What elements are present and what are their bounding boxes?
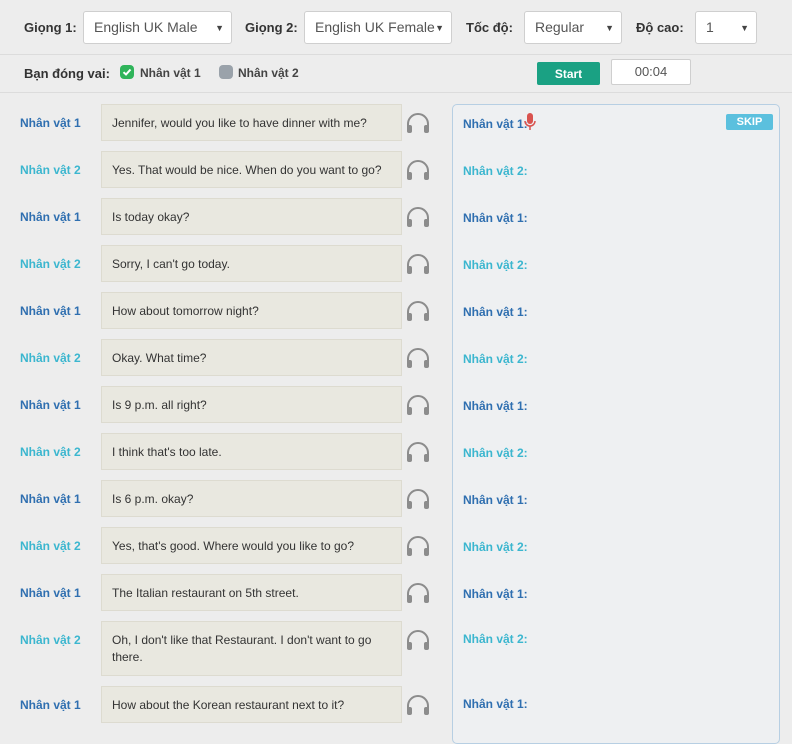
speaker-label: Nhân vật 1 xyxy=(20,698,81,712)
voice2-value: English UK Female xyxy=(315,19,435,35)
pitch-value: 1 xyxy=(706,19,714,35)
headphones-icon[interactable] xyxy=(405,535,431,557)
voice-settings-bar: Giọng 1: English UK Male ▼ Giọng 2: Engl… xyxy=(0,0,792,55)
dialogue-bubble: Sorry, I can't go today. xyxy=(101,245,402,282)
start-button[interactable]: Start xyxy=(537,62,600,85)
speaker-label: Nhân vật 2 xyxy=(20,351,81,365)
recording-line-label: Nhân vật 2: xyxy=(463,632,528,646)
dialogue-bubble: How about the Korean restaurant next to … xyxy=(101,686,402,723)
dialogue-bubble: Jennifer, would you like to have dinner … xyxy=(101,104,402,141)
recording-line-label: Nhân vật 1: xyxy=(463,117,528,131)
chevron-down-icon: ▼ xyxy=(740,23,749,33)
dialogue-bubble: Is 9 p.m. all right? xyxy=(101,386,402,423)
voice1-label: Giọng 1: xyxy=(24,20,77,35)
speaker-label: Nhân vật 2 xyxy=(20,163,81,177)
pitch-label: Độ cao: xyxy=(636,20,684,35)
speaker-label: Nhân vật 1 xyxy=(20,210,81,224)
headphones-icon[interactable] xyxy=(405,112,431,134)
headphones-icon[interactable] xyxy=(405,394,431,416)
headphones-icon[interactable] xyxy=(405,488,431,510)
recording-line-label: Nhân vật 1: xyxy=(463,493,528,507)
recording-line-label: Nhân vật 2: xyxy=(463,446,528,460)
headphones-icon[interactable] xyxy=(405,441,431,463)
dialogue-bubble: Okay. What time? xyxy=(101,339,402,376)
speaker-label: Nhân vật 2 xyxy=(20,445,81,459)
recording-line-label: Nhân vật 1: xyxy=(463,305,528,319)
chevron-down-icon: ▼ xyxy=(605,23,614,33)
role1-option-label[interactable]: Nhân vật 1 xyxy=(140,66,201,80)
headphones-icon[interactable] xyxy=(405,347,431,369)
recording-line-label: Nhân vật 1: xyxy=(463,399,528,413)
dialogue-bubble: Yes, that's good. Where would you like t… xyxy=(101,527,402,564)
chevron-down-icon: ▼ xyxy=(435,23,444,33)
recording-line-label: Nhân vật 1: xyxy=(463,211,528,225)
speaker-label: Nhân vật 2 xyxy=(20,633,81,647)
dialogue-bubble: The Italian restaurant on 5th street. xyxy=(101,574,402,611)
recording-panel: SKIP Nhân vật 1: Nhân vật 2: Nhân vật 1: Nh… xyxy=(452,104,780,744)
speaker-label: Nhân vật 2 xyxy=(20,539,81,553)
pitch-select[interactable]: 1 ▼ xyxy=(695,11,757,44)
speaker-label: Nhân vật 1 xyxy=(20,304,81,318)
voice2-label: Giọng 2: xyxy=(245,20,298,35)
speaker-label: Nhân vật 1 xyxy=(20,586,81,600)
dialogue-bubble: How about tomorrow night? xyxy=(101,292,402,329)
voice1-value: English UK Male xyxy=(94,19,198,35)
dialogue-bubble: Oh, I don't like that Restaurant. I don'… xyxy=(101,621,402,676)
skip-button[interactable]: SKIP xyxy=(726,114,773,130)
dialogue-bubble: Is today okay? xyxy=(101,198,402,235)
voice1-select[interactable]: English UK Male ▼ xyxy=(83,11,232,44)
recording-line-label: Nhân vật 2: xyxy=(463,258,528,272)
dialogue-bubble: Is 6 p.m. okay? xyxy=(101,480,402,517)
recording-line-label: Nhân vật 2: xyxy=(463,352,528,366)
speed-value: Regular xyxy=(535,19,585,35)
speaker-label: Nhân vật 2 xyxy=(20,257,81,271)
recording-line-label: Nhân vật 2: xyxy=(463,540,528,554)
role2-checkbox[interactable] xyxy=(219,65,233,79)
headphones-icon[interactable] xyxy=(405,694,431,716)
headphones-icon[interactable] xyxy=(405,300,431,322)
timer-display: 00:04 xyxy=(611,59,691,85)
headphones-icon[interactable] xyxy=(405,582,431,604)
headphones-icon[interactable] xyxy=(405,629,431,651)
speed-label: Tốc độ: xyxy=(466,20,513,35)
check-icon xyxy=(122,68,132,76)
role-label: Bạn đóng vai: xyxy=(24,66,110,81)
recording-line-label: Nhân vật 2: xyxy=(463,164,528,178)
headphones-icon[interactable] xyxy=(405,206,431,228)
voice2-select[interactable]: English UK Female ▼ xyxy=(304,11,452,44)
headphones-icon[interactable] xyxy=(405,253,431,275)
recording-line-label: Nhân vật 1: xyxy=(463,587,528,601)
dialogue-bubble: I think that's too late. xyxy=(101,433,402,470)
speaker-label: Nhân vật 1 xyxy=(20,116,81,130)
role2-option-label[interactable]: Nhân vật 2 xyxy=(238,66,299,80)
microphone-icon[interactable] xyxy=(524,113,536,136)
role1-checkbox[interactable] xyxy=(120,65,134,79)
speed-select[interactable]: Regular ▼ xyxy=(524,11,622,44)
speaker-label: Nhân vật 1 xyxy=(20,398,81,412)
recording-line-label: Nhân vật 1: xyxy=(463,697,528,711)
speaker-label: Nhân vật 1 xyxy=(20,492,81,506)
dialogue-bubble: Yes. That would be nice. When do you wan… xyxy=(101,151,402,188)
headphones-icon[interactable] xyxy=(405,159,431,181)
chevron-down-icon: ▼ xyxy=(215,23,224,33)
